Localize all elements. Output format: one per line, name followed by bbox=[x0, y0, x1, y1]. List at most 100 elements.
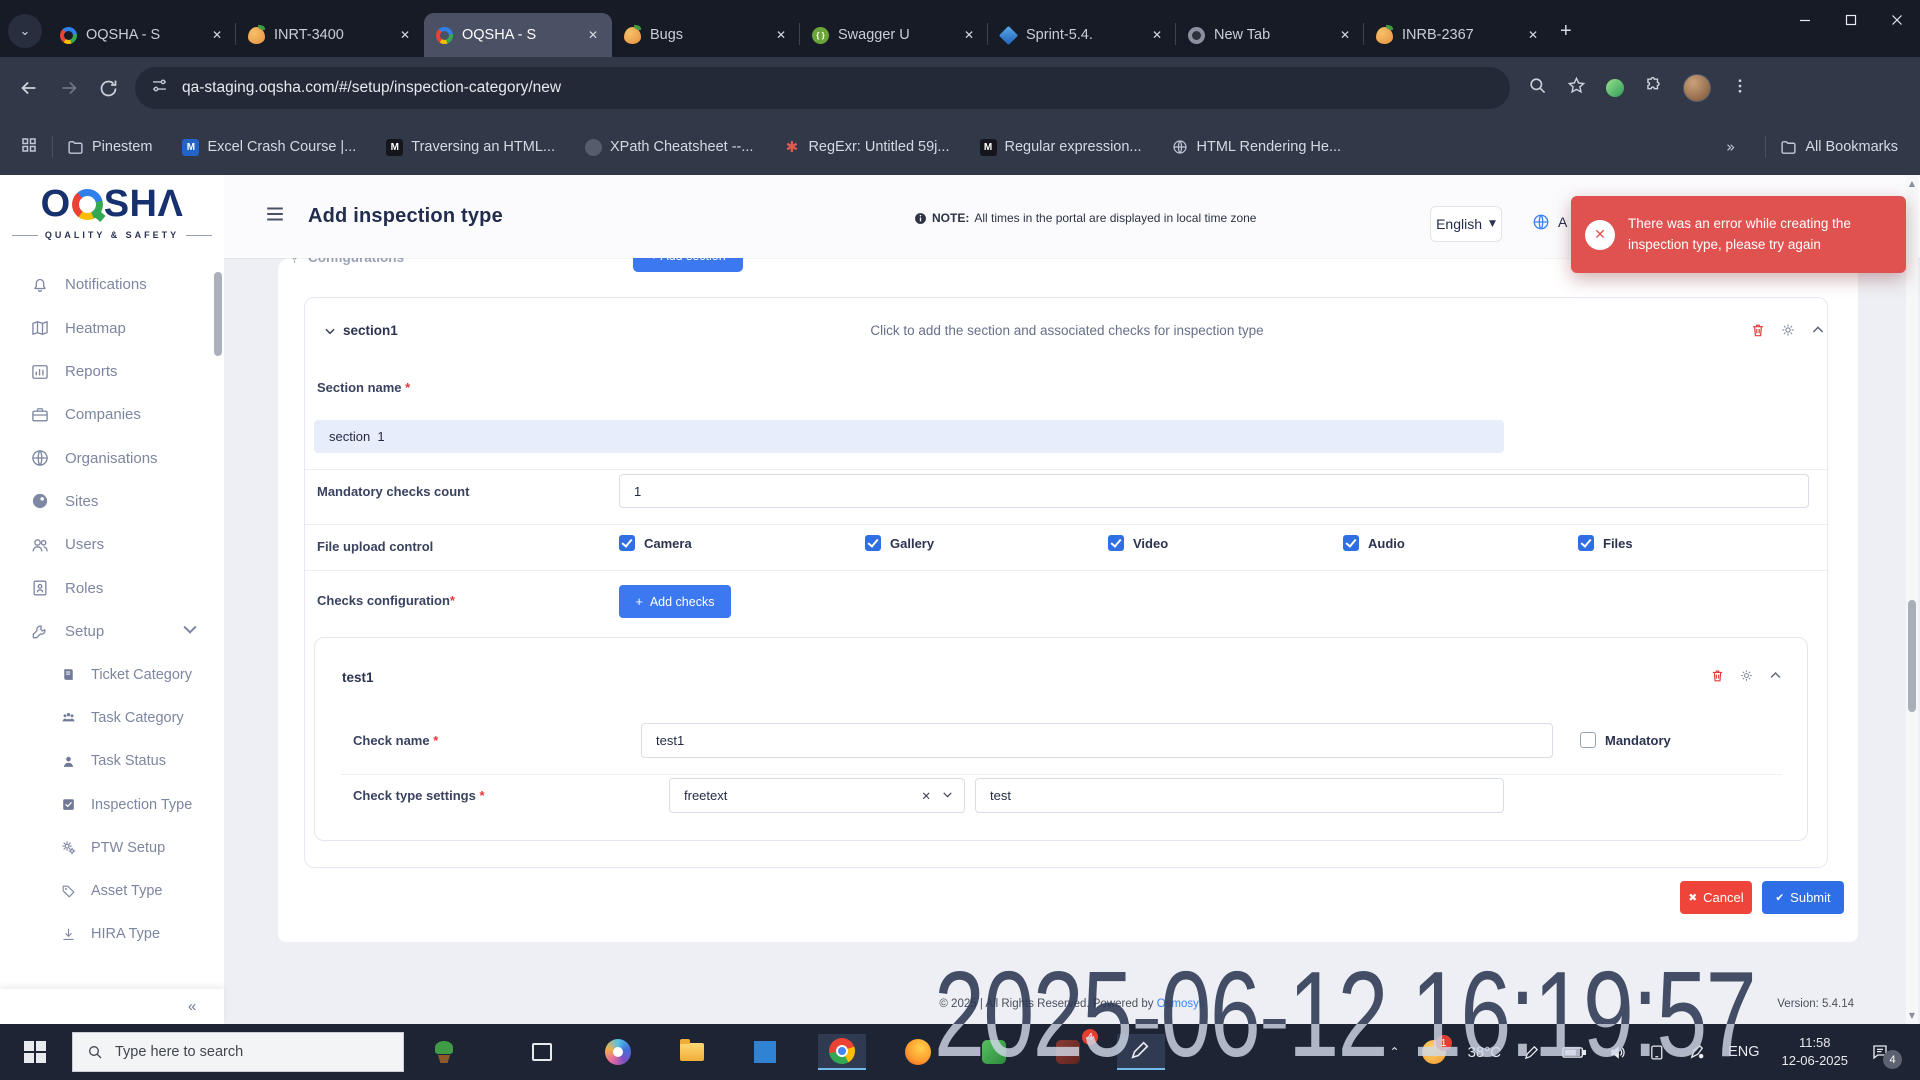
sidebar-item-task-category[interactable]: Task Category bbox=[0, 696, 224, 739]
checkbox-icon[interactable] bbox=[619, 535, 635, 551]
back-icon[interactable] bbox=[18, 77, 40, 99]
sidebar-item-users[interactable]: Users bbox=[0, 523, 224, 566]
notification-center-icon[interactable]: 4 bbox=[1870, 1043, 1890, 1061]
sidebar-item-organisations[interactable]: Organisations bbox=[0, 436, 224, 479]
select-chevron-icon[interactable] bbox=[941, 788, 954, 804]
site-settings-icon[interactable] bbox=[151, 77, 168, 99]
section-settings-icon[interactable] bbox=[1780, 322, 1796, 343]
browser-tab-swagger-u[interactable]: Swagger U✕ bbox=[800, 13, 988, 57]
all-bookmarks-button[interactable]: All Bookmarks bbox=[1780, 139, 1898, 156]
bookmark-regexr-untitled-59j[interactable]: ✱RegExr: Untitled 59j... bbox=[783, 139, 949, 156]
bookmarks-overflow-icon[interactable]: » bbox=[1726, 138, 1735, 156]
apps-grid-icon[interactable] bbox=[20, 136, 38, 158]
collapse-section-icon[interactable] bbox=[1810, 322, 1826, 343]
scroll-down-icon[interactable]: ▼ bbox=[1906, 1011, 1918, 1020]
taskbar-app-chrome[interactable] bbox=[818, 1034, 866, 1070]
bookmark-xpath-cheatsheet[interactable]: XPath Cheatsheet --... bbox=[585, 139, 753, 156]
taskbar-clock[interactable]: 11:5812-06-2025 bbox=[1782, 1034, 1849, 1069]
checkbox-icon[interactable] bbox=[1580, 732, 1596, 748]
sidebar-collapse-icon[interactable]: « bbox=[188, 998, 196, 1015]
clear-select-icon[interactable]: ✕ bbox=[921, 789, 931, 803]
browser-tab-sprint-5-4[interactable]: Sprint-5.4.✕ bbox=[988, 13, 1176, 57]
tab-close-icon[interactable]: ✕ bbox=[1336, 26, 1354, 44]
bookmark-regular-expression[interactable]: MRegular expression... bbox=[980, 139, 1142, 156]
maximize-button[interactable] bbox=[1828, 0, 1874, 40]
taskbar-app-explorer[interactable] bbox=[668, 1034, 716, 1070]
error-toast[interactable]: ✕ There was an error while creating the … bbox=[1571, 196, 1906, 273]
checkbox-icon[interactable] bbox=[1108, 535, 1124, 551]
checkbox-icon[interactable] bbox=[1343, 535, 1359, 551]
minimize-button[interactable] bbox=[1782, 0, 1828, 40]
collapse-check-icon[interactable] bbox=[1768, 668, 1783, 688]
upload-option-video[interactable]: Video bbox=[1108, 535, 1168, 551]
sidebar-item-task-status[interactable]: Task Status bbox=[0, 740, 224, 783]
submit-button[interactable]: ✔Submit bbox=[1762, 881, 1844, 914]
upload-option-audio[interactable]: Audio bbox=[1343, 535, 1405, 551]
taskbar-search[interactable]: Type here to search bbox=[72, 1032, 404, 1072]
delete-section-icon[interactable] bbox=[1750, 322, 1766, 343]
cancel-button[interactable]: ✖Cancel bbox=[1680, 881, 1752, 914]
taskbar-app-plant[interactable] bbox=[420, 1034, 468, 1070]
bookmark-pinestem[interactable]: Pinestem bbox=[67, 139, 152, 156]
browser-tab-bugs[interactable]: Bugs✕ bbox=[612, 13, 800, 57]
section-name-input[interactable]: section 1 bbox=[314, 420, 1504, 453]
tab-close-icon[interactable]: ✕ bbox=[584, 26, 602, 44]
tab-close-icon[interactable]: ✕ bbox=[208, 26, 226, 44]
hamburger-menu-icon[interactable] bbox=[264, 203, 286, 230]
taskbar-app-taskview[interactable] bbox=[518, 1034, 566, 1070]
sidebar-item-roles[interactable]: Roles bbox=[0, 566, 224, 609]
browser-tab-new-tab[interactable]: New Tab✕ bbox=[1176, 13, 1364, 57]
upload-option-camera[interactable]: Camera bbox=[619, 535, 692, 551]
sidebar-item-setup[interactable]: Setup bbox=[0, 610, 224, 653]
checkbox-icon[interactable] bbox=[865, 535, 881, 551]
scrollbar-thumb[interactable] bbox=[1908, 600, 1916, 712]
sidebar-item-sites[interactable]: Sites bbox=[0, 480, 224, 523]
browser-tab-inrb-2367[interactable]: INRB-2367✕ bbox=[1364, 13, 1552, 57]
sidebar-item-hira-type[interactable]: HIRA Type bbox=[0, 913, 224, 956]
mandatory-checkbox[interactable]: Mandatory bbox=[1580, 732, 1671, 748]
tab-close-icon[interactable]: ✕ bbox=[1148, 26, 1166, 44]
search-icon[interactable] bbox=[1528, 76, 1547, 100]
sidebar-scrollbar-thumb[interactable] bbox=[214, 272, 222, 356]
bookmark-html-rendering-he[interactable]: HTML Rendering He... bbox=[1172, 139, 1342, 156]
tab-close-icon[interactable]: ✕ bbox=[772, 26, 790, 44]
browser-tab-inrt-3400[interactable]: INRT-3400✕ bbox=[236, 13, 424, 57]
start-button[interactable] bbox=[24, 1041, 46, 1063]
upload-option-gallery[interactable]: Gallery bbox=[865, 535, 934, 551]
forward-icon[interactable] bbox=[58, 77, 80, 99]
tab-close-icon[interactable]: ✕ bbox=[960, 26, 978, 44]
extensions-puzzle-icon[interactable] bbox=[1644, 76, 1663, 100]
menu-kebab-icon[interactable] bbox=[1731, 77, 1749, 100]
sidebar-item-inspection-type[interactable]: Inspection Type bbox=[0, 783, 224, 826]
add-checks-button[interactable]: +Add checks bbox=[619, 585, 731, 618]
mandatory-count-input[interactable]: 1 bbox=[619, 474, 1809, 508]
check-settings-icon[interactable] bbox=[1739, 668, 1754, 688]
tab-close-icon[interactable]: ✕ bbox=[396, 26, 414, 44]
tab-close-icon[interactable]: ✕ bbox=[1524, 26, 1542, 44]
browser-tab-oqsha-s[interactable]: OQSHA - S✕ bbox=[424, 13, 612, 57]
close-button[interactable] bbox=[1874, 0, 1920, 40]
check-name-input[interactable]: test1 bbox=[641, 723, 1553, 758]
checkbox-icon[interactable] bbox=[1578, 535, 1594, 551]
upload-option-files[interactable]: Files bbox=[1578, 535, 1633, 551]
sidebar-item-companies[interactable]: Companies bbox=[0, 393, 224, 436]
address-bar[interactable]: qa-staging.oqsha.com/#/setup/inspection-… bbox=[135, 67, 1510, 109]
page-scrollbar[interactable]: ▲ ▼ bbox=[1906, 175, 1918, 1024]
extension-leaf-icon[interactable] bbox=[1606, 79, 1624, 97]
sidebar-item-heatmap[interactable]: Heatmap bbox=[0, 307, 224, 350]
sidebar-item-reports[interactable]: Reports bbox=[0, 350, 224, 393]
new-tab-button[interactable]: + bbox=[1560, 20, 1572, 43]
bookmark-excel-crash-course[interactable]: MExcel Crash Course |... bbox=[182, 139, 356, 156]
bookmark-traversing-an-html[interactable]: MTraversing an HTML... bbox=[386, 139, 555, 156]
bookmark-star-icon[interactable] bbox=[1567, 76, 1586, 100]
sidebar-item-ptw-setup[interactable]: PTW Setup bbox=[0, 826, 224, 869]
sidebar-item-notifications[interactable]: Notifications bbox=[0, 263, 224, 306]
tab-search-button[interactable]: ⌄ bbox=[8, 14, 42, 48]
sidebar-item-ticket-category[interactable]: Ticket Category bbox=[0, 653, 224, 696]
sidebar-item-asset-type[interactable]: Asset Type bbox=[0, 869, 224, 912]
delete-check-icon[interactable] bbox=[1710, 668, 1725, 688]
language-globe[interactable]: A bbox=[1532, 213, 1567, 231]
taskbar-app-compass[interactable] bbox=[594, 1034, 642, 1070]
check-type-select[interactable]: freetext ✕ bbox=[669, 778, 965, 813]
reload-icon[interactable] bbox=[98, 78, 119, 99]
